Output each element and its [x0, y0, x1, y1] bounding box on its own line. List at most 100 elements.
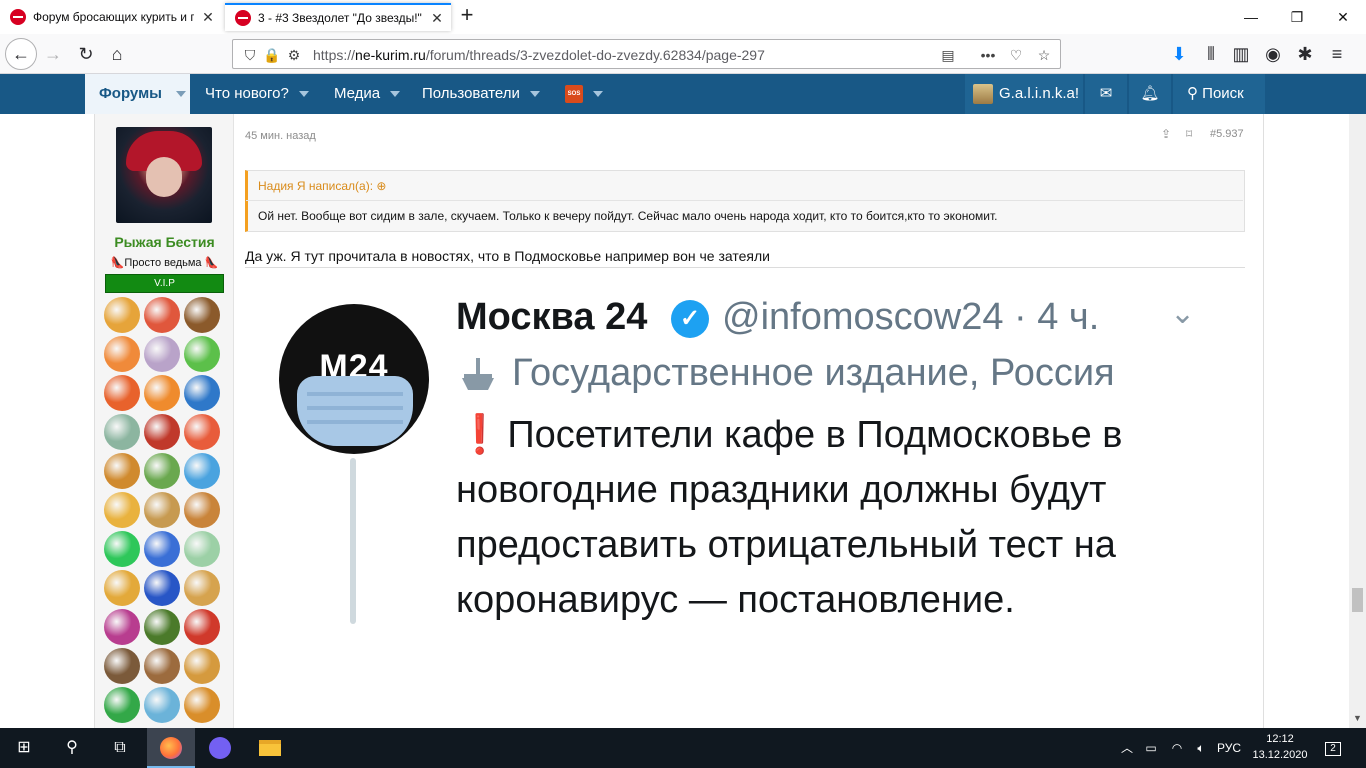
- account-icon[interactable]: ◉: [1258, 39, 1288, 69]
- windows-start-icon[interactable]: ⊞: [0, 728, 48, 768]
- close-window-icon[interactable]: ✕: [1320, 4, 1366, 30]
- award-badge-icon[interactable]: [144, 531, 180, 567]
- notifications-icon[interactable]: 2: [1318, 728, 1348, 768]
- award-badge-icon[interactable]: [144, 453, 180, 489]
- chevron-down-icon[interactable]: [298, 91, 309, 98]
- downloads-icon[interactable]: ⬇: [1164, 39, 1194, 69]
- author-avatar[interactable]: [116, 127, 212, 223]
- reload-icon[interactable]: ↻: [71, 39, 101, 69]
- award-badge-icon[interactable]: [184, 453, 220, 489]
- address-bar[interactable]: ⛉ 🔒 ⚙ https://ne-kurim.ru/forum/threads/…: [232, 39, 1061, 69]
- extensions-icon[interactable]: ✱: [1290, 39, 1320, 69]
- author-rank-badge: V.I.P: [105, 274, 224, 293]
- sidebar-icon[interactable]: ▥: [1226, 39, 1256, 69]
- award-badge-icon[interactable]: [144, 609, 180, 645]
- award-badge-icon[interactable]: [104, 375, 140, 411]
- language-indicator[interactable]: РУС: [1214, 728, 1244, 768]
- award-badge-icon[interactable]: [104, 336, 140, 372]
- award-badge-icon[interactable]: [104, 453, 140, 489]
- award-badge-icon[interactable]: [144, 336, 180, 372]
- new-tab-icon[interactable]: +: [456, 4, 478, 27]
- forward-arrow-icon[interactable]: →: [38, 39, 68, 69]
- scrollbar[interactable]: [1349, 114, 1366, 728]
- award-badge-icon[interactable]: [184, 492, 220, 528]
- award-badge-icon[interactable]: [104, 609, 140, 645]
- inbox-button[interactable]: ✉: [1085, 74, 1127, 114]
- page-actions-icon[interactable]: •••: [979, 46, 997, 64]
- award-badge-icon[interactable]: [184, 570, 220, 606]
- url-text[interactable]: https://ne-kurim.ru/forum/threads/3-zvez…: [313, 47, 765, 63]
- post-time[interactable]: 45 мин. назад: [245, 130, 316, 142]
- nav-sos[interactable]: SOS: [565, 74, 609, 114]
- author-name[interactable]: Рыжая Бестия: [95, 234, 234, 250]
- insecure-lock-icon[interactable]: 🔒: [263, 46, 281, 64]
- award-badge-icon[interactable]: [184, 609, 220, 645]
- award-badge-icon[interactable]: [144, 297, 180, 333]
- award-badge-icon[interactable]: [144, 375, 180, 411]
- nav-whats-new[interactable]: Что нового?: [205, 74, 309, 114]
- pocket-icon[interactable]: ♡: [1007, 46, 1025, 64]
- menu-icon[interactable]: ≡: [1322, 39, 1352, 69]
- award-badge-icon[interactable]: [184, 531, 220, 567]
- viber-icon[interactable]: [196, 728, 244, 768]
- home-icon[interactable]: ⌂: [102, 39, 132, 69]
- bookmark-star-icon[interactable]: ☆: [1035, 46, 1053, 64]
- award-badge-icon[interactable]: [184, 414, 220, 450]
- award-badge-icon[interactable]: [104, 648, 140, 684]
- nav-media[interactable]: Медиа: [334, 74, 401, 114]
- chevron-down-icon[interactable]: [390, 91, 401, 98]
- minimize-icon[interactable]: —: [1228, 4, 1274, 30]
- back-arrow-icon[interactable]: ←: [5, 38, 37, 70]
- volume-icon[interactable]: 🔈︎: [1190, 728, 1212, 768]
- award-badge-icon[interactable]: [184, 648, 220, 684]
- chevron-down-icon[interactable]: [529, 91, 540, 98]
- tab-title: 3 - #3 Звездолет "До звезды!": [258, 11, 422, 25]
- tab-active-thread[interactable]: 3 - #3 Звездолет "До звезды!" ✕: [225, 3, 451, 31]
- search-button[interactable]: ⚲ Поиск: [1173, 74, 1265, 114]
- award-badge-icon[interactable]: [144, 687, 180, 723]
- nav-forums[interactable]: Форумы: [85, 74, 190, 114]
- restore-icon[interactable]: ❐: [1274, 4, 1320, 30]
- award-badge-icon[interactable]: [144, 570, 180, 606]
- nav-users[interactable]: Пользователи: [422, 74, 540, 114]
- award-badge-icon[interactable]: [184, 687, 220, 723]
- share-icon[interactable]: ⇪: [1161, 127, 1171, 141]
- chevron-down-icon[interactable]: [175, 91, 186, 98]
- chevron-up-icon[interactable]: ︿: [1118, 728, 1136, 768]
- library-icon[interactable]: ⫴: [1196, 39, 1226, 69]
- award-badge-icon[interactable]: [104, 531, 140, 567]
- award-badge-icon[interactable]: [184, 336, 220, 372]
- award-badge-icon[interactable]: [184, 375, 220, 411]
- bookmark-icon[interactable]: ⌑: [1186, 127, 1192, 141]
- file-explorer-icon[interactable]: [246, 728, 294, 768]
- post-number[interactable]: #5.937: [1210, 128, 1244, 140]
- wifi-icon[interactable]: ◠: [1166, 728, 1188, 768]
- alerts-button[interactable]: 🔔︎: [1129, 74, 1171, 114]
- scroll-down-arrow-icon[interactable]: ▼: [1349, 710, 1366, 727]
- battery-icon[interactable]: ▭: [1140, 728, 1162, 768]
- award-badge-icon[interactable]: [144, 492, 180, 528]
- shield-icon[interactable]: ⛉: [241, 46, 259, 64]
- scrollbar-thumb[interactable]: [1352, 588, 1363, 612]
- award-badge-icon[interactable]: [184, 297, 220, 333]
- close-tab-icon[interactable]: ✕: [200, 9, 216, 25]
- close-tab-icon[interactable]: ✕: [429, 10, 445, 26]
- award-badge-icon[interactable]: [104, 570, 140, 606]
- chevron-down-icon[interactable]: [593, 91, 603, 98]
- quote-text: Ой нет. Вообще вот сидим в зале, скучаем…: [258, 209, 998, 223]
- award-badge-icon[interactable]: [104, 297, 140, 333]
- reader-view-icon[interactable]: ▤: [939, 46, 957, 64]
- award-badge-icon[interactable]: [144, 414, 180, 450]
- tab-forum[interactable]: Форум бросающих курить и п ✕: [0, 3, 222, 31]
- search-icon[interactable]: ⚲: [48, 728, 96, 768]
- award-badge-icon[interactable]: [104, 414, 140, 450]
- task-view-icon[interactable]: ⧉: [96, 728, 144, 768]
- award-badge-icon[interactable]: [104, 492, 140, 528]
- system-clock[interactable]: 12:12 13.12.2020: [1250, 731, 1310, 763]
- firefox-icon[interactable]: [147, 728, 195, 768]
- award-badge-icon[interactable]: [104, 687, 140, 723]
- nav-account[interactable]: G.a.l.i.n.k.a!: [965, 74, 1083, 114]
- award-badge-icon[interactable]: [144, 648, 180, 684]
- permissions-icon[interactable]: ⚙: [285, 46, 303, 64]
- quote-author[interactable]: Надия Я написал(а): ⊕: [258, 179, 386, 193]
